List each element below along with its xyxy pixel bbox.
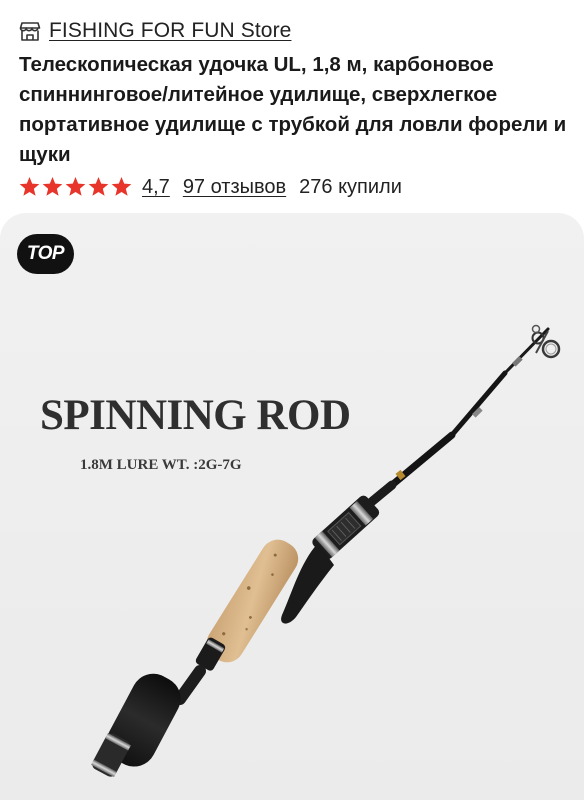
star-icon bbox=[111, 177, 132, 196]
star-icon bbox=[65, 177, 86, 196]
rating-value[interactable]: 4,7 bbox=[142, 176, 170, 199]
storefront-icon bbox=[19, 22, 41, 41]
store-name[interactable]: FISHING FOR FUN Store bbox=[49, 19, 291, 43]
spinning-rod-illustration bbox=[91, 324, 561, 777]
store-link[interactable]: FISHING FOR FUN Store bbox=[19, 17, 291, 45]
star-icon bbox=[42, 177, 63, 196]
top-badge: TOP bbox=[17, 234, 74, 274]
product-title: Телескопическая удочка UL, 1,8 м, карбон… bbox=[19, 53, 567, 166]
bought-count: 276 купили bbox=[299, 175, 402, 198]
rating-row: 4,7 97 отзывов 276 купили bbox=[19, 173, 402, 201]
star-icon bbox=[19, 177, 40, 196]
image-spec-text: 1.8M LURE WT. :2G-7G bbox=[80, 457, 242, 473]
star-icon bbox=[88, 177, 109, 196]
reviews-link[interactable]: 97 отзывов bbox=[183, 176, 286, 199]
product-image[interactable]: TOP SPINNING ROD 1.8M LURE WT. :2G-7G bbox=[0, 213, 584, 800]
rating-stars[interactable] bbox=[19, 177, 132, 197]
image-heading: SPINNING ROD bbox=[40, 392, 351, 439]
